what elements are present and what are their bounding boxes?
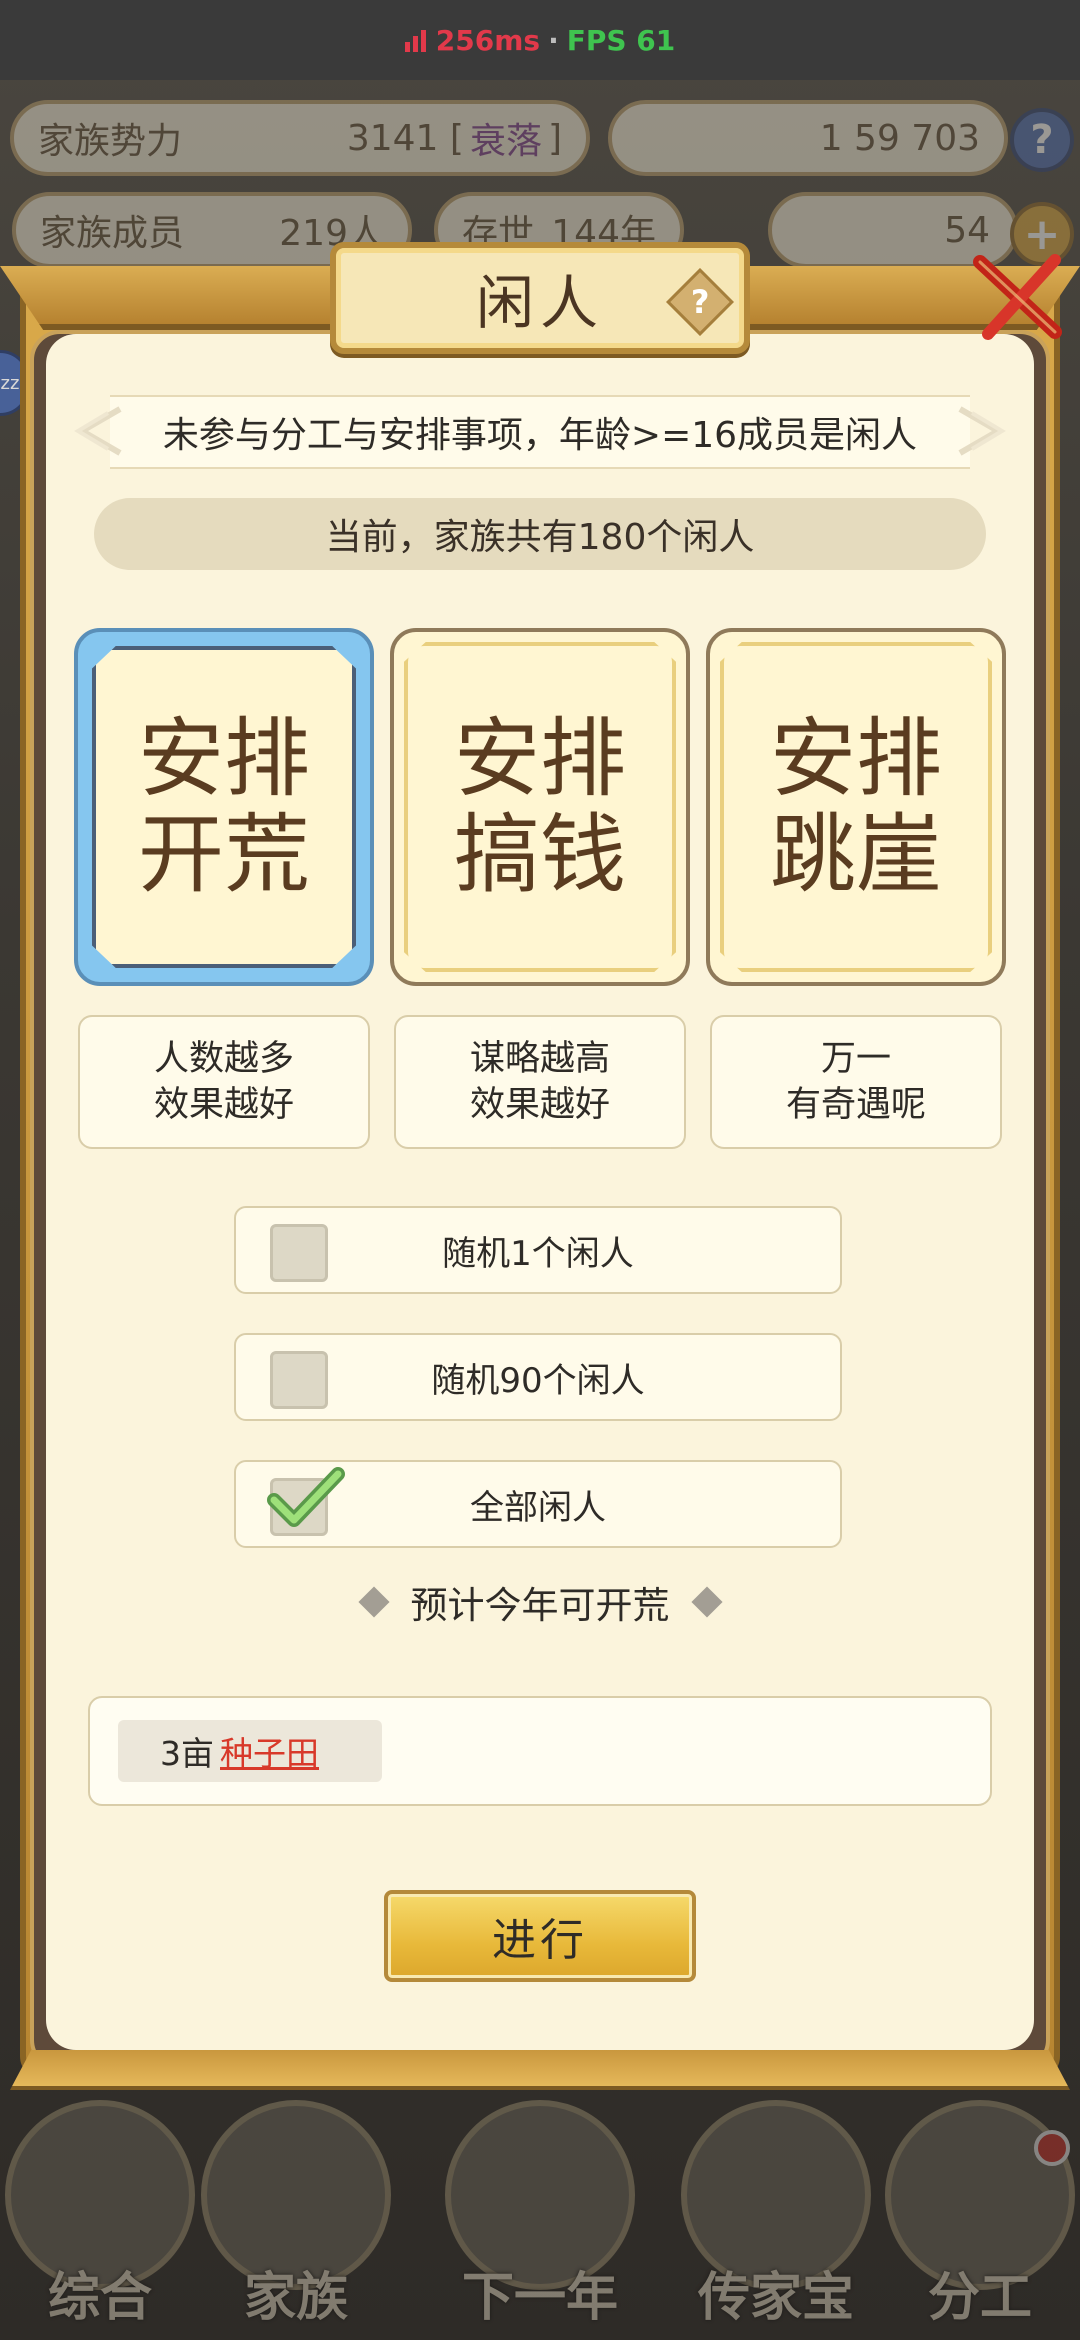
checkbox[interactable] [270,1351,328,1409]
diamond-bullet-icon [357,1586,390,1618]
option-label: 安排搞钱 [454,709,626,905]
fps-text: FPS 61 [566,23,676,57]
game-screen: 256ms · FPS 61 家族势力 3141 [ 衰落 ] 1 59 703… [0,0,1080,2340]
latency-text: 256ms [435,23,541,57]
proceed-button[interactable]: 进行 [384,1890,696,1982]
currency-pill: 1 59 703 [608,100,1008,176]
nav-item-overview[interactable]: 综合 [0,2090,200,2330]
option-label: 安排跳崖 [770,709,942,905]
option-hint: 谋略越高 效果越好 [394,1015,686,1149]
hint-text: 万一 有奇遇呢 [785,1039,926,1125]
arrow-right-ornament-icon [958,406,1006,456]
modal-bottom-ornament [10,2050,1070,2090]
choice-random-ninety[interactable]: 随机90个闲人 [234,1333,842,1421]
option-hint: 万一 有奇遇呢 [710,1015,1002,1149]
idle-count-bar: 当前，家族共有180个闲人 [94,498,986,570]
hint-text: 人数越多 效果越好 [153,1039,294,1125]
title-plate: 闲人 ? [330,242,750,354]
arrow-left-ornament-icon [74,406,122,456]
option-clear-land-card[interactable]: 安排开荒 [74,628,374,986]
result-amount: 3亩 [160,1734,214,1773]
members-label: 家族成员 [40,213,185,254]
help-symbol: ? [690,283,710,321]
status-bar: 256ms · FPS 61 [0,0,1080,80]
checkmark-icon [267,1467,345,1527]
nav-item-assign[interactable]: 分工 [880,2090,1080,2330]
nav-label: 家族 [243,2268,348,2328]
diamond-bullet-icon [690,1586,723,1618]
dialog-title: 闲人 [475,269,604,337]
signal-icon [404,28,426,52]
nav-item-next-year[interactable]: 下一年 [440,2090,640,2330]
forecast-text: 预计今年可开荒 [410,1584,670,1627]
nav-label: 分工 [927,2268,1032,2328]
result-box: 3亩 种子田 [88,1696,992,1806]
nav-item-clan[interactable]: 家族 [196,2090,396,2330]
choice-all-idle[interactable]: 全部闲人 [234,1460,842,1548]
option-label: 安排开荒 [138,709,310,905]
result-chip: 3亩 种子田 [118,1720,382,1782]
nav-label: 传家宝 [697,2268,854,2328]
option-hint: 人数越多 效果越好 [78,1015,370,1149]
clan-power-label: 家族势力 [38,121,183,162]
clan-power-value: 3141 [ [346,117,464,159]
help-diamond-icon[interactable]: ? [666,268,734,336]
currency-text: 1 59 703 [819,117,980,159]
checkbox[interactable] [270,1224,328,1282]
help-icon[interactable]: ? [1010,108,1074,172]
choice-label: 全部闲人 [470,1487,606,1528]
description-banner: 未参与分工与安排事项，年龄>=16成员是闲人 [70,395,1010,469]
choice-label: 随机1个闲人 [442,1233,634,1274]
nav-label: 综合 [47,2268,152,2328]
option-cliff-jump-card[interactable]: 安排跳崖 [706,628,1006,986]
close-icon[interactable] [960,242,1070,352]
seed-field-link[interactable]: 种子田 [220,1727,319,1775]
clan-power-close: ] [547,117,562,159]
option-earn-money-card[interactable]: 安排搞钱 [390,628,690,986]
nav-label: 下一年 [461,2268,618,2328]
hint-text: 谋略越高 效果越好 [469,1039,610,1125]
clan-power-pill: 家族势力 3141 [ 衰落 ] [10,100,590,176]
choice-random-one[interactable]: 随机1个闲人 [234,1206,842,1294]
forecast-heading: 预计今年可开荒 [0,1572,1080,1632]
notification-dot [1034,2130,1070,2166]
clan-power-tag: 衰落 [469,121,542,162]
background-nav: 综合 家族 下一年 传家宝 分工 [0,2080,1080,2340]
nav-item-heirloom[interactable]: 传家宝 [676,2090,876,2330]
status-separator: · [548,23,559,57]
choice-label: 随机90个闲人 [431,1360,645,1401]
description-text: 未参与分工与安排事项，年龄>=16成员是闲人 [162,415,918,456]
